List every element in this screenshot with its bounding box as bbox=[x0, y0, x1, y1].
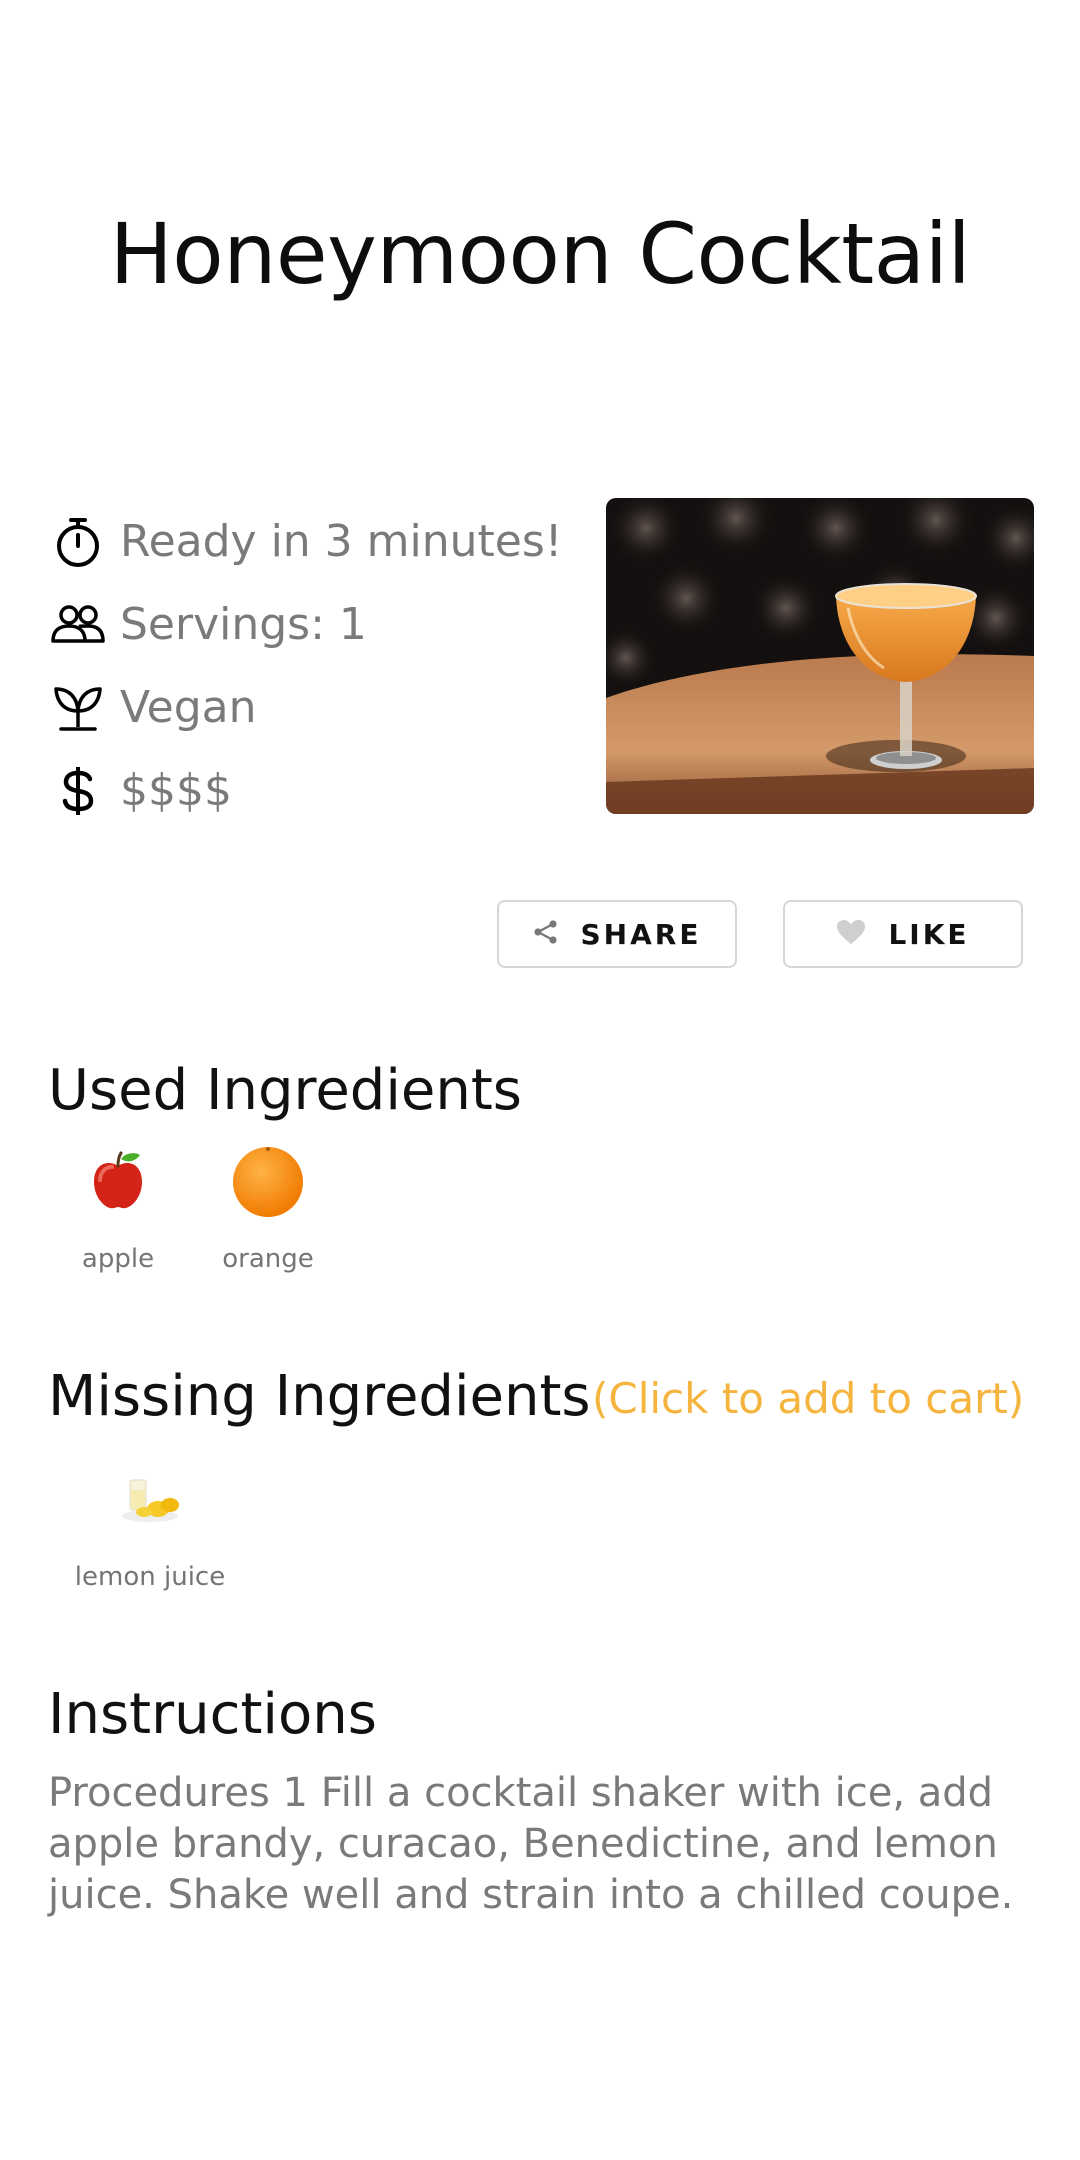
ingredient-orange[interactable]: orange bbox=[222, 1142, 314, 1274]
servings-text: Servings: 1 bbox=[120, 599, 367, 650]
people-icon bbox=[48, 595, 108, 655]
like-label: LIKE bbox=[888, 917, 970, 951]
price-row: $$$$ bbox=[48, 749, 588, 832]
lemon-juice-icon bbox=[110, 1460, 190, 1540]
ingredient-label: apple bbox=[81, 1244, 155, 1274]
orange-icon bbox=[228, 1142, 308, 1222]
ingredient-label: orange bbox=[222, 1244, 314, 1274]
ingredient-label: lemon juice bbox=[74, 1562, 226, 1592]
ready-time-row: Ready in 3 minutes! bbox=[48, 500, 588, 583]
apple-icon bbox=[78, 1142, 158, 1222]
sprout-icon bbox=[48, 678, 108, 738]
diet-row: Vegan bbox=[48, 666, 588, 749]
dollar-icon bbox=[48, 761, 108, 821]
heart-icon bbox=[836, 919, 866, 949]
ready-time-text: Ready in 3 minutes! bbox=[120, 516, 563, 567]
recipe-photo bbox=[606, 498, 1034, 814]
add-to-cart-link[interactable]: (Click to add to cart) bbox=[592, 1374, 1024, 1423]
stopwatch-icon bbox=[48, 512, 108, 572]
price-text: $$$$ bbox=[120, 765, 232, 816]
share-label: SHARE bbox=[580, 917, 702, 951]
missing-ingredients-heading: Missing Ingredients bbox=[48, 1364, 591, 1429]
used-ingredients-heading: Used Ingredients bbox=[48, 1058, 522, 1123]
share-icon bbox=[533, 919, 559, 949]
instructions-text: Procedures 1 Fill a cocktail shaker with… bbox=[48, 1770, 1014, 1918]
ingredient-lemon-juice[interactable]: lemon juice bbox=[75, 1460, 225, 1592]
like-button[interactable]: LIKE bbox=[783, 900, 1023, 968]
recipe-detail-page: Honeymoon Cocktail Ready in 3 minutes! S… bbox=[0, 0, 1080, 2160]
recipe-title: Honeymoon Cocktail bbox=[109, 205, 971, 303]
servings-row: Servings: 1 bbox=[48, 583, 588, 666]
share-button[interactable]: SHARE bbox=[497, 900, 737, 968]
instructions-heading: Instructions bbox=[48, 1682, 377, 1747]
recipe-meta: Ready in 3 minutes! Servings: 1 Vegan $$… bbox=[48, 500, 588, 832]
diet-text: Vegan bbox=[120, 682, 257, 733]
ingredient-apple[interactable]: apple bbox=[78, 1142, 158, 1274]
